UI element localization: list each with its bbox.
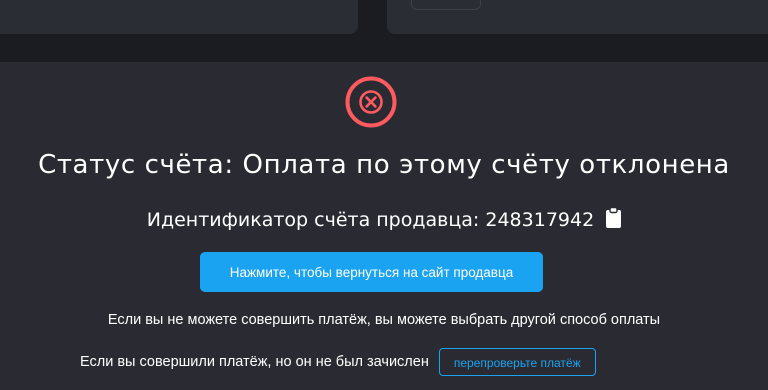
merchant-id-value: 248317942 xyxy=(485,209,595,231)
payment-not-credited-text: Если вы совершили платёж, но он не был з… xyxy=(80,354,429,370)
merchant-id-label: Идентификатор счёта продавца: xyxy=(146,209,480,231)
status-title: Статус счёта: Оплата по этому счёту откл… xyxy=(38,150,730,180)
error-x-icon xyxy=(345,76,397,128)
return-to-merchant-button[interactable]: Нажмите, чтобы вернуться на сайт продавц… xyxy=(200,252,543,292)
background-card-left xyxy=(0,0,358,34)
background-card-button xyxy=(411,0,481,10)
other-payment-method-text: Если вы не можете совершить платёж, вы м… xyxy=(107,312,661,328)
recheck-payment-row: Если вы совершили платёж, но он не был з… xyxy=(80,347,596,377)
merchant-invoice-id: Идентификатор счёта продавца: 248317942 xyxy=(0,206,768,233)
recheck-payment-button[interactable]: перепроверьте платёж xyxy=(438,348,596,376)
clipboard-icon[interactable] xyxy=(606,206,622,233)
